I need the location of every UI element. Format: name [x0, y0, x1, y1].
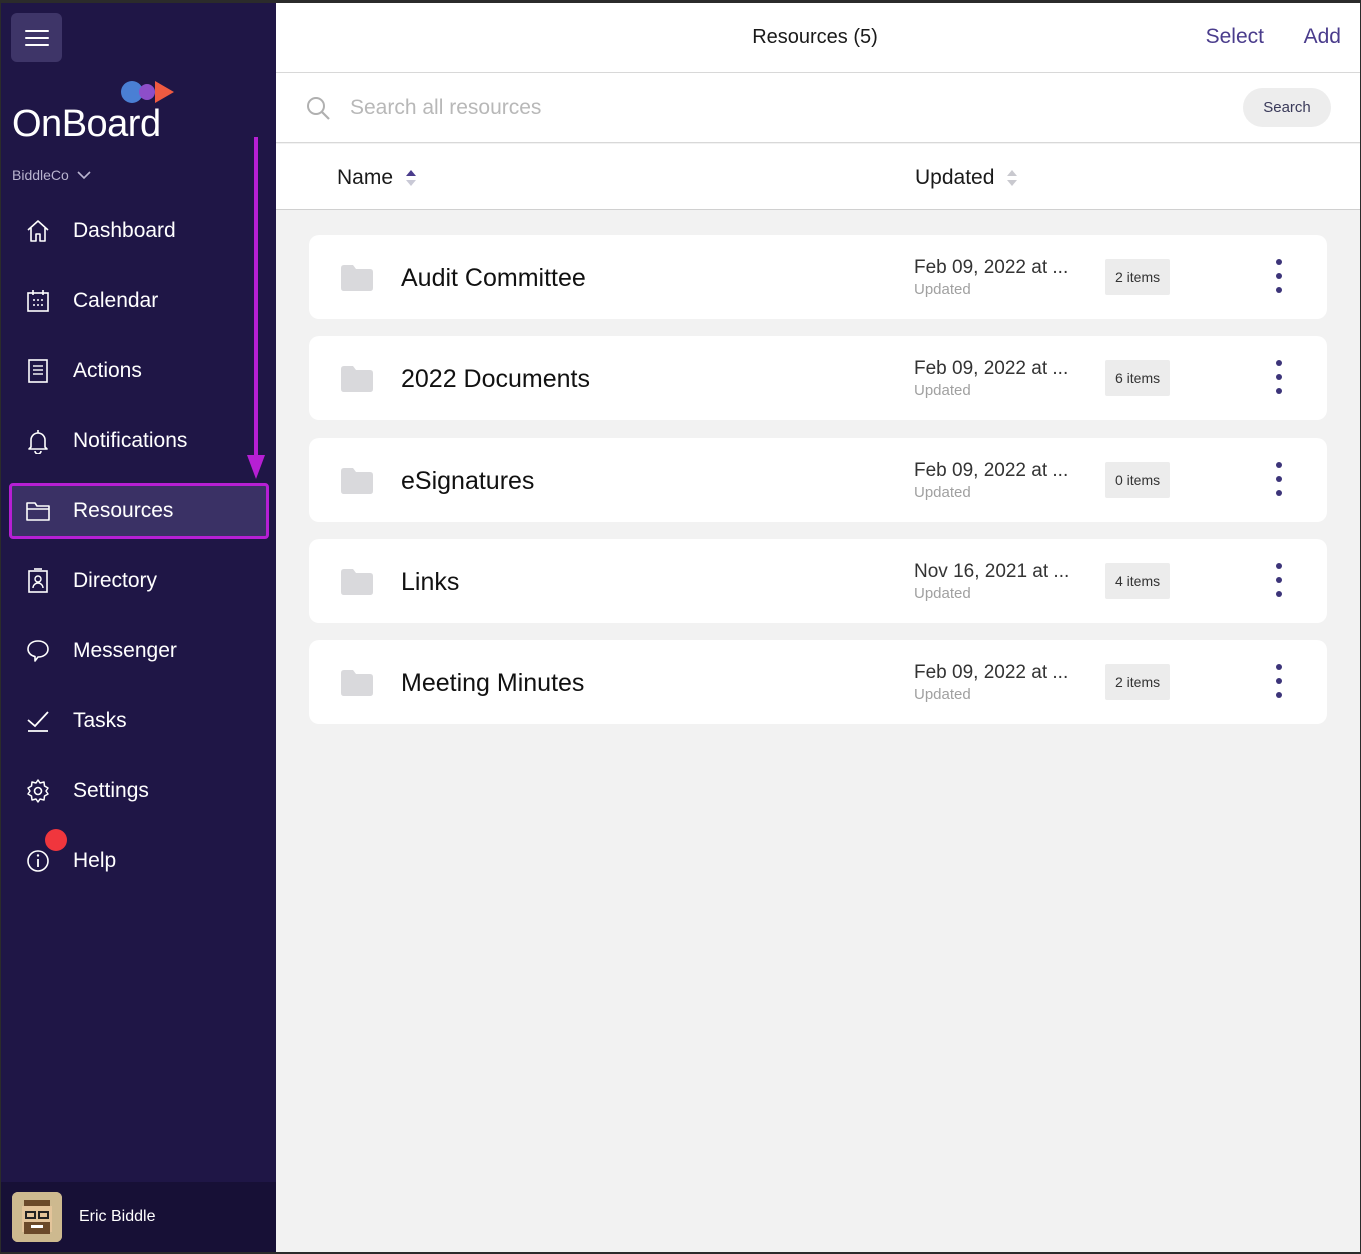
search-input[interactable]	[350, 91, 1050, 125]
resource-updated-label: Updated	[914, 484, 971, 501]
sidebar-item-settings[interactable]: Settings	[11, 765, 267, 817]
resource-updated-label: Updated	[914, 281, 971, 298]
sidebar-item-label: Calendar	[73, 289, 159, 312]
check-icon	[23, 706, 53, 736]
sidebar-item-messenger[interactable]: Messenger	[11, 625, 267, 677]
more-options-button[interactable]	[1267, 563, 1291, 597]
name-column-label: Name	[337, 166, 394, 189]
sidebar-item-label: Dashboard	[73, 219, 176, 242]
bell-icon	[23, 426, 53, 456]
resource-date: Feb 09, 2022 at ...	[914, 358, 1069, 379]
sort-by-name-header[interactable]: Name	[337, 166, 417, 190]
resource-row-audit-committee[interactable]: Audit Committee Feb 09, 2022 at ... Upda…	[309, 235, 1327, 319]
onboard-logo[interactable]: OnBoard	[12, 79, 182, 145]
app-window: OnBoard BiddleCo Dashboard Calendar Acti…	[0, 0, 1361, 1254]
resource-name: eSignatures	[401, 467, 535, 495]
help-notification-badge	[45, 829, 67, 851]
org-name: BiddleCo	[12, 167, 69, 183]
kebab-icon	[1276, 462, 1282, 468]
search-icon	[307, 97, 330, 120]
updated-column-label: Updated	[915, 166, 995, 189]
hamburger-icon	[24, 29, 49, 32]
calendar-icon	[23, 286, 53, 316]
item-count-badge: 2 items	[1105, 664, 1171, 700]
add-button[interactable]: Add	[1304, 25, 1341, 49]
resource-name: Links	[401, 568, 460, 596]
sidebar-item-label: Messenger	[73, 639, 177, 662]
more-options-button[interactable]	[1267, 462, 1291, 496]
resource-updated-label: Updated	[914, 585, 971, 602]
kebab-icon	[1276, 563, 1282, 569]
sidebar-item-label: Help	[73, 849, 117, 872]
sidebar-item-resources[interactable]: Resources	[9, 483, 269, 539]
resource-row-2022-documents[interactable]: 2022 Documents Feb 09, 2022 at ... Updat…	[309, 336, 1327, 420]
sidebar-item-notifications[interactable]: Notifications	[11, 415, 267, 467]
sidebar-item-actions[interactable]: Actions	[11, 345, 267, 397]
sidebar-item-dashboard[interactable]: Dashboard	[11, 205, 267, 257]
resource-date: Feb 09, 2022 at ...	[914, 662, 1069, 683]
more-options-button[interactable]	[1267, 360, 1291, 394]
resource-row-esignatures[interactable]: eSignatures Feb 09, 2022 at ... Updated …	[309, 438, 1327, 522]
folder-icon	[341, 569, 373, 595]
folder-icon	[341, 366, 373, 392]
sidebar-item-tasks[interactable]: Tasks	[11, 695, 267, 747]
sort-icon	[1007, 170, 1018, 186]
more-options-button[interactable]	[1267, 664, 1291, 698]
directory-icon	[23, 566, 53, 596]
main-content: Resources (5) Select Add Search Name Upd…	[276, 3, 1360, 1252]
folder-icon	[341, 670, 373, 696]
logo-mark-icon	[121, 81, 174, 103]
resource-row-meeting-minutes[interactable]: Meeting Minutes Feb 09, 2022 at ... Upda…	[309, 640, 1327, 724]
folder-icon	[341, 468, 373, 494]
home-icon	[23, 216, 53, 246]
kebab-icon	[1276, 664, 1282, 670]
item-count-badge: 4 items	[1105, 563, 1171, 599]
select-button[interactable]: Select	[1206, 25, 1264, 49]
sidebar-item-label: Resources	[73, 499, 174, 522]
resource-name: Audit Committee	[401, 264, 586, 292]
sort-by-updated-header[interactable]: Updated	[915, 166, 1018, 190]
more-options-button[interactable]	[1267, 259, 1291, 293]
kebab-icon	[1276, 360, 1282, 366]
sidebar-item-label: Tasks	[73, 709, 127, 732]
resource-date: Nov 16, 2021 at ...	[914, 561, 1070, 582]
resource-name: Meeting Minutes	[401, 669, 585, 697]
page-title: Resources (5)	[752, 26, 878, 48]
folder-icon	[23, 496, 53, 526]
avatar	[12, 1192, 62, 1242]
resource-row-links[interactable]: Links Nov 16, 2021 at ... Updated 4 item…	[309, 539, 1327, 623]
kebab-icon	[1276, 259, 1282, 265]
sidebar-item-label: Settings	[73, 779, 149, 802]
info-icon	[23, 846, 53, 876]
item-count-badge: 0 items	[1105, 462, 1171, 498]
search-button[interactable]: Search	[1243, 88, 1331, 127]
folder-icon	[341, 265, 373, 291]
resource-updated-label: Updated	[914, 686, 971, 703]
sidebar-item-label: Actions	[73, 359, 142, 382]
user-name: Eric Biddle	[79, 1208, 156, 1225]
hamburger-menu-button[interactable]	[11, 13, 62, 62]
resource-date: Feb 09, 2022 at ...	[914, 460, 1069, 481]
sidebar-item-directory[interactable]: Directory	[11, 555, 267, 607]
search-bar: Search	[276, 73, 1360, 143]
sidebar-item-label: Directory	[73, 569, 158, 592]
chevron-down-icon	[77, 171, 91, 180]
logo-text: OnBoard	[12, 103, 161, 145]
org-switcher[interactable]: BiddleCo	[12, 167, 91, 183]
gear-icon	[23, 776, 53, 806]
top-bar: Resources (5) Select Add	[276, 3, 1360, 73]
actions-icon	[23, 356, 53, 386]
sidebar-item-calendar[interactable]: Calendar	[11, 275, 267, 327]
resource-name: 2022 Documents	[401, 365, 591, 393]
column-header: Name Updated	[276, 144, 1360, 210]
resource-date: Feb 09, 2022 at ...	[914, 257, 1069, 278]
item-count-badge: 6 items	[1105, 360, 1171, 396]
resource-updated-label: Updated	[914, 382, 971, 399]
sort-ascending-icon	[406, 170, 417, 186]
chat-icon	[23, 636, 53, 666]
user-profile[interactable]: Eric Biddle	[1, 1182, 276, 1252]
sidebar-item-label: Notifications	[73, 429, 188, 452]
item-count-badge: 2 items	[1105, 259, 1171, 295]
sidebar: OnBoard BiddleCo Dashboard Calendar Acti…	[1, 3, 276, 1252]
